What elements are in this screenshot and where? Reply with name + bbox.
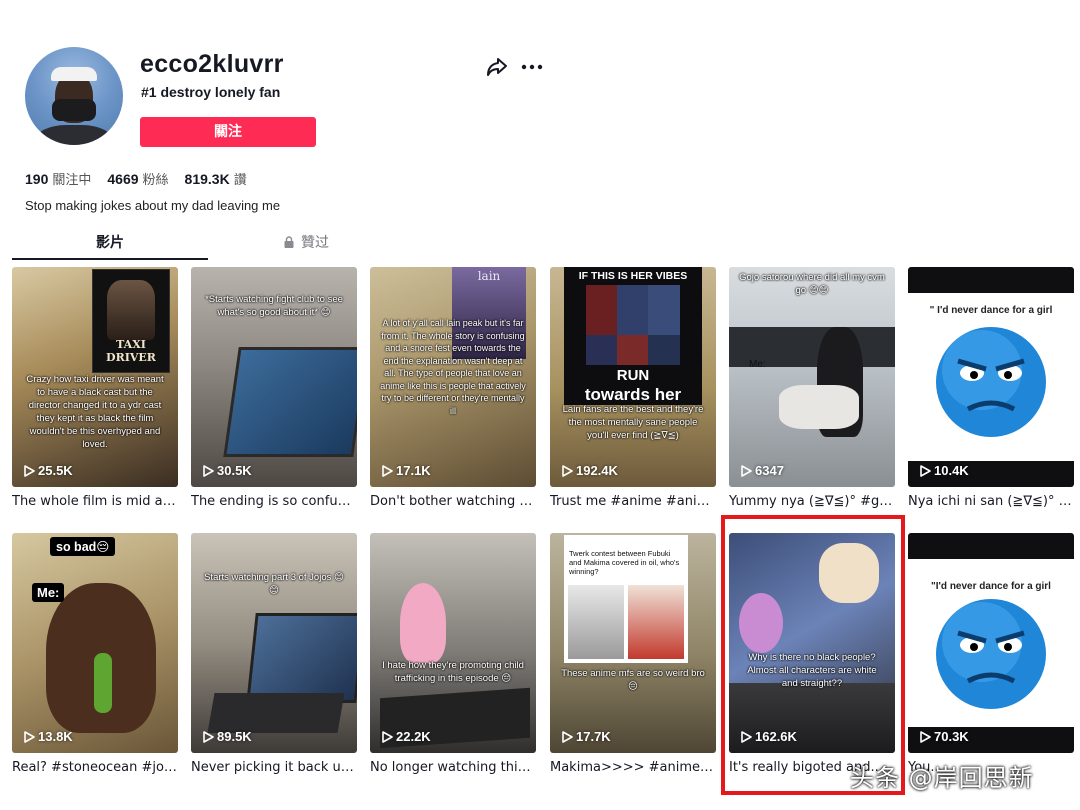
play-icon: [920, 730, 931, 743]
highlight-box: [721, 515, 905, 795]
video-card[interactable]: Twerk contest between Fubuki and Makima …: [550, 533, 716, 775]
tab-videos[interactable]: 影片: [12, 228, 208, 258]
following-count[interactable]: 190 關注中: [25, 169, 91, 188]
angry-emoji-icon: [936, 599, 1046, 709]
video-overlay-text: I hate how they're promoting child traff…: [382, 660, 524, 684]
video-thumbnail[interactable]: Twerk contest between Fubuki and Makima …: [550, 533, 716, 753]
video-card[interactable]: " I'd never dance for a girl 10.4K Nya i…: [908, 267, 1074, 509]
video-caption[interactable]: Nya ichi ni san (≧∇≦)° #...: [908, 494, 1074, 509]
video-overlay-text: Gojo satorou where did all my cvm go 😊😊: [739, 272, 885, 296]
video-thumbnail[interactable]: so bad😔 Me: 13.8K: [12, 533, 178, 753]
video-thumbnail[interactable]: *Starts watching fight club to see what'…: [191, 267, 357, 487]
video-card[interactable]: *Starts watching fight club to see what'…: [191, 267, 357, 509]
video-caption[interactable]: The whole film is mid an...: [12, 494, 178, 509]
video-card[interactable]: Gojo satorou where did all my cvm go 😊😊 …: [729, 267, 895, 509]
profile-nickname: #1 destroy lonely fan: [141, 84, 281, 100]
video-overlay-text: A lot of y'all call lain peak but it's f…: [380, 318, 526, 416]
play-icon: [382, 730, 393, 743]
video-overlay-text: "I'd never dance for a girl: [931, 581, 1051, 592]
view-count: 10.4K: [920, 463, 969, 478]
view-count: 17.7K: [562, 729, 611, 744]
video-overlay-text: " I'd never dance for a girl: [929, 305, 1053, 316]
video-card[interactable]: IF THIS IS HER VIBES RUN towards her Lai…: [550, 267, 716, 509]
profile-username: ecco2kluvrr: [140, 50, 284, 78]
play-icon: [24, 730, 35, 743]
video-caption[interactable]: No longer watching this ...: [370, 760, 536, 775]
followers-count[interactable]: 4669 粉絲: [107, 169, 168, 188]
video-overlay-text: Crazy how taxi driver was meant to have …: [26, 374, 164, 450]
view-count: 22.2K: [382, 729, 431, 744]
video-card[interactable]: so bad😔 Me: 13.8K Real? #stoneocean #jol…: [12, 533, 178, 775]
view-count: 89.5K: [203, 729, 252, 744]
view-count: 70.3K: [920, 729, 969, 744]
video-overlay-text: Starts watching part 3 of Jojos 😊😊: [204, 572, 344, 596]
video-caption[interactable]: Don't bother watching w...: [370, 494, 536, 509]
play-icon: [382, 464, 393, 477]
video-caption[interactable]: Never picking it back up ...: [191, 760, 357, 775]
video-thumbnail[interactable]: Gojo satorou where did all my cvm go 😊😊 …: [729, 267, 895, 487]
video-card[interactable]: TAXI DRIVER Crazy how taxi driver was me…: [12, 267, 178, 509]
view-count: 30.5K: [203, 463, 252, 478]
video-card[interactable]: Starts watching part 3 of Jojos 😊😊 89.5K…: [191, 533, 357, 775]
view-count: 25.5K: [24, 463, 73, 478]
angry-emoji-icon: [936, 327, 1046, 437]
video-thumbnail[interactable]: " I'd never dance for a girl 10.4K: [908, 267, 1074, 487]
view-count: 13.8K: [24, 729, 73, 744]
video-thumbnail[interactable]: IF THIS IS HER VIBES RUN towards her Lai…: [550, 267, 716, 487]
view-count: 17.1K: [382, 463, 431, 478]
video-thumbnail[interactable]: TAXI DRIVER Crazy how taxi driver was me…: [12, 267, 178, 487]
more-options-icon[interactable]: [520, 56, 544, 78]
video-thumbnail[interactable]: lain A lot of y'all call lain peak but i…: [370, 267, 536, 487]
play-icon: [920, 464, 931, 477]
play-icon: [741, 464, 752, 477]
watermark: 头条 @岸回思新: [850, 764, 1034, 792]
active-tab-indicator: [12, 258, 208, 260]
profile-tabs: 影片 贊过: [12, 228, 412, 260]
view-count: 6347: [741, 463, 784, 478]
view-count: 192.4K: [562, 463, 618, 478]
video-overlay-text: Lain fans are the best and they're the m…: [562, 404, 704, 441]
video-overlay-text: *Starts watching fight club to see what'…: [205, 294, 343, 318]
play-icon: [562, 464, 573, 477]
video-thumbnail[interactable]: "I'd never dance for a girl 70.3K: [908, 533, 1074, 753]
play-icon: [203, 730, 214, 743]
meme-panel: IF THIS IS HER VIBES RUN towards her: [564, 267, 702, 405]
play-icon: [562, 730, 573, 743]
video-card[interactable]: I hate how they're promoting child traff…: [370, 533, 536, 775]
follow-button[interactable]: 關注: [140, 117, 316, 147]
lock-icon: [284, 236, 294, 248]
video-thumbnail[interactable]: I hate how they're promoting child traff…: [370, 533, 536, 753]
video-card[interactable]: "I'd never dance for a girl 70.3K You...: [908, 533, 1074, 775]
video-caption[interactable]: The ending is so confusi...: [191, 494, 357, 509]
profile-avatar[interactable]: [25, 47, 123, 145]
video-caption[interactable]: Makima>>>> #anime #a...: [550, 760, 716, 775]
share-icon[interactable]: [485, 56, 509, 78]
tweet-screenshot: Twerk contest between Fubuki and Makima …: [564, 535, 688, 663]
profile-bio: Stop making jokes about my dad leaving m…: [25, 198, 281, 213]
video-caption[interactable]: Real? #stoneocean #joly...: [12, 760, 178, 775]
video-card[interactable]: lain A lot of y'all call lain peak but i…: [370, 267, 536, 509]
video-overlay-text: These anime mfs are so weird bro 😔: [561, 668, 705, 692]
movie-poster: TAXI DRIVER: [92, 269, 170, 373]
video-thumbnail[interactable]: Starts watching part 3 of Jojos 😊😊 89.5K: [191, 533, 357, 753]
play-icon: [203, 464, 214, 477]
likes-count: 819.3K 讚: [184, 171, 247, 188]
tab-liked[interactable]: 贊过: [208, 228, 404, 258]
profile-stats: 190 關注中 4669 粉絲 819.3K 讚: [25, 169, 247, 188]
video-caption[interactable]: Trust me #anime #anim...: [550, 494, 716, 509]
play-icon: [24, 464, 35, 477]
video-caption[interactable]: Yummy nya (≧∇≦)° #goj...: [729, 494, 895, 509]
